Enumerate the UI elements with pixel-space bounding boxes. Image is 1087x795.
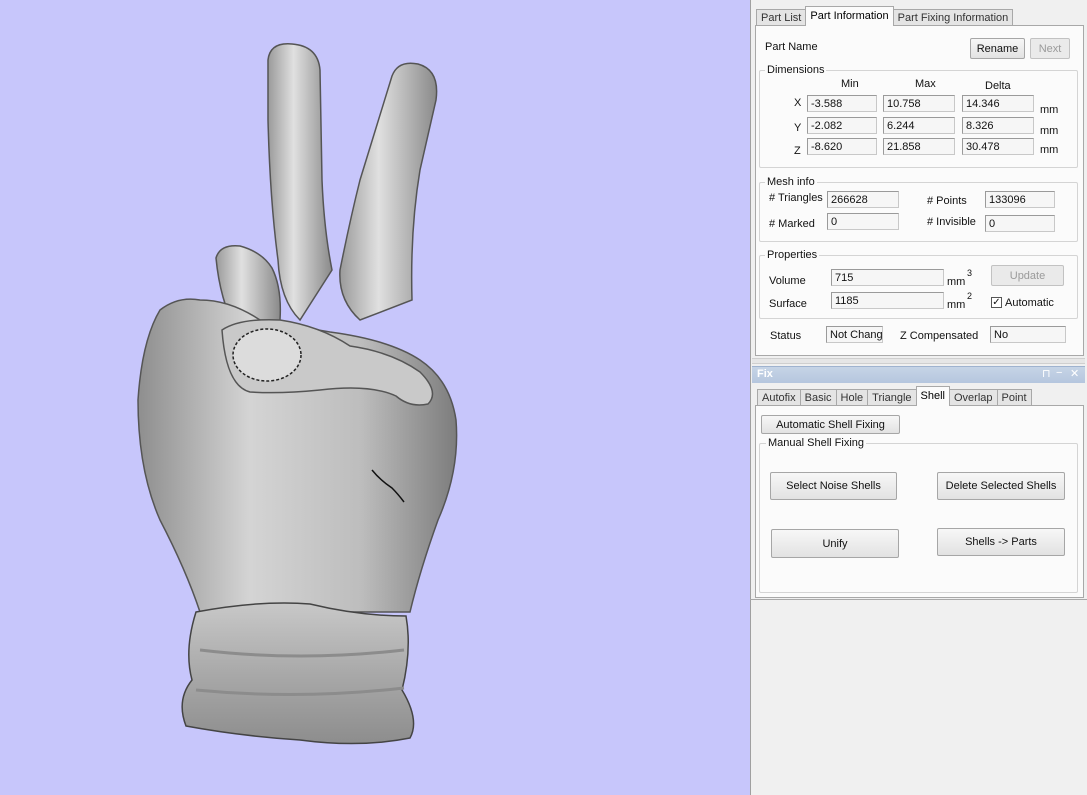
properties-title: Properties	[765, 249, 820, 261]
select-noise-shells-button[interactable]: Select Noise Shells	[770, 472, 897, 500]
z-min-field: -8.620	[807, 138, 877, 155]
tab-part-list[interactable]: Part List	[756, 9, 807, 26]
pin-icon[interactable]: ⊓	[1042, 367, 1051, 380]
invisible-field: 0	[985, 215, 1055, 232]
marked-label: # Marked	[769, 218, 815, 230]
volume-unit: mm	[947, 276, 966, 288]
invisible-label: # Invisible	[927, 216, 976, 228]
z-compensated-label: Z Compensated	[900, 330, 979, 342]
x-delta-field: 14.346	[962, 95, 1034, 112]
axis-x-label: X	[794, 97, 802, 109]
fix-panel-title: Fix	[757, 368, 773, 380]
tab-part-information[interactable]: Part Information	[805, 6, 894, 26]
panel-splitter[interactable]	[752, 358, 1085, 364]
z-compensated-field: No	[990, 326, 1066, 343]
triangles-label: # Triangles	[769, 192, 823, 204]
close-icon[interactable]: ✕	[1070, 367, 1079, 380]
fix-panel-titlebar[interactable]: Fix ⊓ − ✕	[752, 366, 1085, 383]
triangles-field: 266628	[827, 191, 899, 208]
tab-hole[interactable]: Hole	[835, 389, 869, 406]
mesh-info-title: Mesh info	[765, 176, 817, 188]
index-finger	[267, 43, 333, 322]
automatic-checkbox[interactable]: ✓	[991, 297, 1002, 308]
hand-model[interactable]	[0, 0, 750, 795]
points-label: # Points	[927, 195, 967, 207]
delete-selected-shells-button[interactable]: Delete Selected Shells	[937, 472, 1065, 500]
automatic-shell-fixing-button[interactable]: Automatic Shell Fixing	[761, 415, 900, 434]
surface-label: Surface	[769, 298, 807, 310]
z-max-field: 21.858	[883, 138, 955, 155]
manual-shell-fixing-group	[759, 443, 1078, 593]
part-tabbar: Part List Part Information Part Fixing I…	[756, 6, 1014, 26]
surface-field: 1185	[831, 292, 944, 309]
max-header: Max	[915, 78, 936, 90]
3d-viewport[interactable]	[0, 0, 750, 795]
axis-y-label: Y	[794, 122, 802, 134]
tab-overlap[interactable]: Overlap	[948, 389, 998, 406]
surface-unit: mm	[947, 299, 966, 311]
rename-button[interactable]: Rename	[970, 38, 1025, 59]
automatic-label: Automatic	[1005, 297, 1054, 309]
x-unit: mm	[1040, 104, 1059, 116]
y-delta-field: 8.326	[962, 117, 1034, 134]
axis-z-label: Z	[794, 145, 801, 157]
volume-field: 715	[831, 269, 944, 286]
shells-to-parts-button[interactable]: Shells -> Parts	[937, 528, 1065, 556]
x-min-field: -3.588	[807, 95, 877, 112]
thumbnail	[232, 328, 302, 382]
min-header: Min	[841, 78, 859, 90]
tab-shell[interactable]: Shell	[915, 386, 950, 406]
panel-bottom-border	[750, 599, 1087, 600]
fix-tabbar: Autofix Basic Hole Triangle Shell Overla…	[757, 386, 1032, 406]
x-max-field: 10.758	[883, 95, 955, 112]
z-delta-field: 30.478	[962, 138, 1034, 155]
dimensions-title: Dimensions	[765, 64, 827, 76]
minimize-icon[interactable]: −	[1056, 367, 1062, 379]
unify-button[interactable]: Unify	[771, 529, 899, 558]
manual-shell-fixing-title: Manual Shell Fixing	[766, 437, 866, 449]
tab-triangle[interactable]: Triangle	[867, 389, 917, 406]
y-unit: mm	[1040, 125, 1059, 137]
z-unit: mm	[1040, 144, 1059, 156]
surface-exponent: 2	[967, 291, 973, 301]
middle-finger	[339, 62, 438, 321]
status-field: Not Changed	[826, 326, 883, 343]
sleeve-cuff	[181, 602, 415, 745]
delta-header: Delta	[985, 80, 1011, 92]
y-min-field: -2.082	[807, 117, 877, 134]
volume-label: Volume	[769, 275, 806, 287]
points-field: 133096	[985, 191, 1055, 208]
part-name-label: Part Name	[765, 41, 818, 53]
marked-field: 0	[827, 213, 899, 230]
tab-autofix[interactable]: Autofix	[757, 389, 801, 406]
y-max-field: 6.244	[883, 117, 955, 134]
tab-basic[interactable]: Basic	[799, 389, 837, 406]
update-button[interactable]: Update	[991, 265, 1064, 286]
tab-point[interactable]: Point	[996, 389, 1032, 406]
status-label: Status	[770, 330, 802, 342]
tab-part-fixing-information[interactable]: Part Fixing Information	[892, 9, 1014, 26]
next-button[interactable]: Next	[1030, 38, 1070, 59]
volume-exponent: 3	[967, 268, 973, 278]
